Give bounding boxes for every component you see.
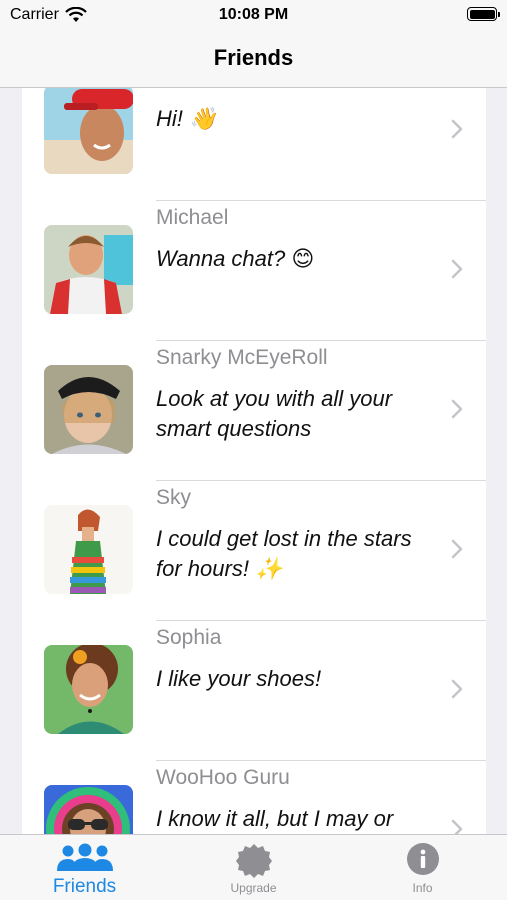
tab-label: Friends [52, 876, 117, 897]
friend-message: I like your shoes! [156, 666, 322, 691]
friend-row[interactable]: Hi! 👋 [22, 88, 486, 200]
status-bar: Carrier 10:08 PM [0, 0, 507, 32]
girl-backwards-cap-avatar [44, 365, 133, 454]
friend-row[interactable]: Snarky McEyeRoll Look at you with all yo… [22, 340, 486, 480]
friends-list: Hi! 👋 Michael Wanna chat? 😊 Snarky McEye… [22, 88, 486, 834]
tab-label: Upgrade [230, 881, 277, 895]
people-icon [56, 843, 113, 871]
chevron-right-icon [451, 259, 463, 279]
friend-name: Sky [156, 486, 192, 509]
battery-icon [467, 7, 500, 21]
friend-row[interactable]: Michael Wanna chat? 😊 [22, 200, 486, 340]
tab-label: Info [412, 881, 433, 895]
info-icon [406, 843, 439, 875]
friends-list-container[interactable]: Hi! 👋 Michael Wanna chat? 😊 Snarky McEye… [0, 88, 507, 834]
chevron-right-icon [451, 119, 463, 139]
friend-message: Look at you with all your smart question… [156, 386, 393, 441]
badge-icon [235, 844, 272, 878]
friend-name: Snarky McEyeRoll [156, 346, 328, 369]
chevron-right-icon [451, 539, 463, 559]
chevron-right-icon [451, 399, 463, 419]
tab-upgrade[interactable]: Upgrade [169, 835, 338, 900]
status-time: 10:08 PM [218, 6, 289, 23]
guru-sunglasses-avatar [44, 785, 133, 834]
friend-row[interactable]: WooHoo Guru I know it all, but I may or [22, 760, 486, 834]
girl-curly-hair-avatar [44, 645, 133, 734]
page-title: Friends [213, 45, 294, 70]
friend-row[interactable]: Sophia I like your shoes! [22, 620, 486, 760]
chevron-right-icon [451, 819, 463, 834]
friend-message: I could get lost in the stars for hours!… [156, 526, 412, 581]
tab-info[interactable]: Info [338, 835, 507, 900]
tab-friends[interactable]: Friends [0, 835, 169, 900]
friend-name: Sophia [156, 626, 222, 649]
tab-bar: Friends Upgrade Info [0, 834, 507, 900]
friend-message: Wanna chat? 😊 [156, 246, 315, 271]
friend-message: Hi! 👋 [156, 106, 217, 131]
friend-row[interactable]: Sky I could get lost in the stars for ho… [22, 480, 486, 620]
girl-rainbow-dress-avatar [44, 505, 133, 594]
navigation-bar: Friends [0, 32, 507, 88]
friend-name: Michael [156, 206, 229, 229]
friend-name: WooHoo Guru [156, 766, 290, 789]
chevron-right-icon [451, 679, 463, 699]
girl-red-cap-avatar [44, 88, 133, 174]
friend-message: I know it all, but I may or [156, 806, 394, 831]
boy-red-shirt-avatar [44, 225, 133, 314]
